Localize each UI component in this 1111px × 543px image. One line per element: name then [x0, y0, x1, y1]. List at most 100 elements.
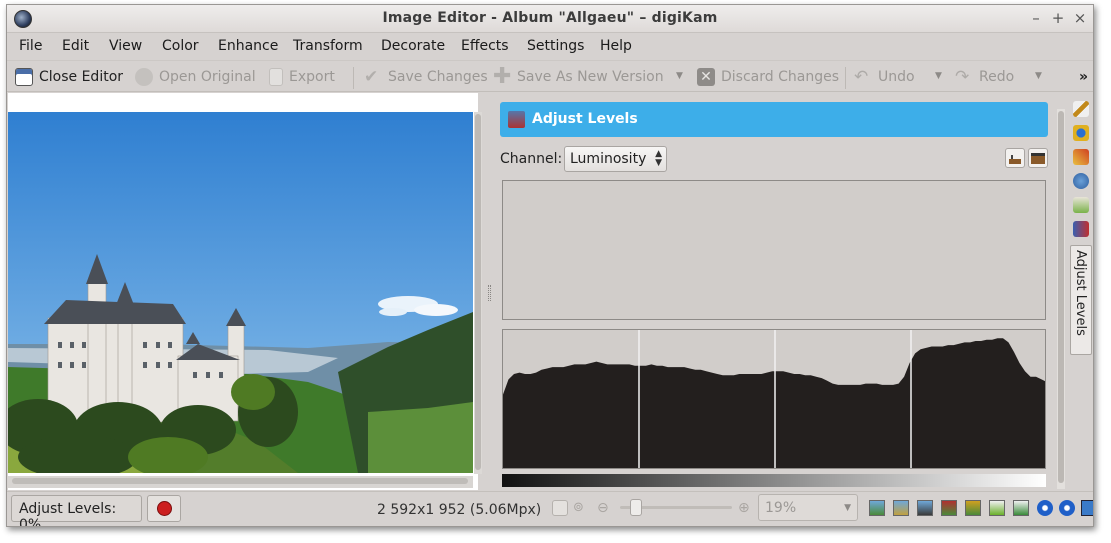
window-title: Image Editor - Album "Allgaeu" – digiKam: [382, 10, 718, 26]
redo-button[interactable]: ↷ Redo: [955, 67, 1014, 87]
save-changes-button[interactable]: ✔ Save Changes: [364, 67, 488, 87]
preview-mode-icon[interactable]: [965, 500, 981, 516]
geolocation-icon[interactable]: [1073, 149, 1089, 165]
zoom-in-icon[interactable]: ⊕: [738, 500, 754, 516]
image-canvas[interactable]: [8, 93, 482, 490]
undo-label: Undo: [878, 69, 915, 85]
open-original-icon: [135, 68, 153, 86]
tags-icon[interactable]: [1073, 197, 1089, 213]
close-editor-label: Close Editor: [39, 69, 124, 85]
checkmark-icon: ✔: [364, 67, 379, 87]
zoom-reset-icon[interactable]: ⊚: [573, 500, 589, 516]
title-bar: Image Editor - Album "Allgaeu" – digiKam…: [7, 5, 1093, 33]
info-icon[interactable]: [1073, 125, 1089, 141]
open-original-button[interactable]: Open Original: [135, 67, 256, 87]
display-icon[interactable]: [1081, 500, 1093, 516]
menu-file[interactable]: File: [19, 38, 42, 54]
pencil-icon[interactable]: [1073, 101, 1089, 117]
compare-view-icon[interactable]: [1013, 500, 1029, 516]
tool-panel-scrollbar[interactable]: [1057, 109, 1065, 489]
help-indicator-icon[interactable]: [1059, 500, 1075, 516]
plus-icon: ✚: [493, 64, 512, 89]
toolbar-overflow-button[interactable]: »: [1079, 67, 1088, 87]
status-bar: Adjust Levels: 0% 2 592x1 952 (5.06Mpx) …: [7, 491, 1093, 526]
close-editor-button[interactable]: Close Editor: [15, 67, 123, 87]
toolbar-separator: [353, 67, 354, 89]
tool-panel-scroll-thumb[interactable]: [1058, 111, 1064, 483]
minimize-button[interactable]: –: [1027, 9, 1045, 27]
image-dimensions: 2 592x1 952 (5.06Mpx): [377, 502, 542, 518]
progress-status-text: Adjust Levels: 0%: [19, 501, 117, 527]
adjust-levels-sidebar-tab[interactable]: Adjust Levels: [1070, 245, 1092, 355]
cancel-progress-button[interactable]: [147, 495, 181, 522]
histogram-preview-area[interactable]: [502, 180, 1046, 320]
menu-help[interactable]: Help: [600, 38, 632, 54]
right-sidebar-tabs: Adjust Levels: [1070, 97, 1093, 490]
progress-status: Adjust Levels: 0%: [11, 495, 142, 526]
zoom-dropdown-arrow: ▼: [844, 503, 851, 513]
export-button[interactable]: Export: [269, 67, 335, 87]
zoom-slider-handle[interactable]: [630, 499, 642, 516]
close-editor-icon: [15, 68, 33, 86]
canvas-vertical-scroll-thumb[interactable]: [475, 114, 481, 470]
canvas-horizontal-scroll-thumb[interactable]: [12, 478, 468, 484]
menu-view[interactable]: View: [109, 38, 142, 54]
panel-splitter-handle[interactable]: [488, 285, 491, 301]
menu-bar: File Edit View Color Enhance Transform D…: [7, 33, 1093, 59]
info-indicator-icon[interactable]: [1037, 500, 1053, 516]
fit-to-window-icon[interactable]: [552, 500, 568, 516]
menu-color[interactable]: Color: [162, 38, 199, 54]
castle-photo: [8, 112, 473, 473]
channel-select[interactable]: Luminosity ▲ ▼: [564, 146, 667, 172]
menu-edit[interactable]: Edit: [62, 38, 89, 54]
linear-scale-button[interactable]: [1005, 148, 1025, 168]
adjust-levels-icon: [508, 111, 525, 128]
menu-enhance[interactable]: Enhance: [218, 38, 278, 54]
before-after-icon[interactable]: [989, 500, 1005, 516]
tool-panel-header: Adjust Levels: [500, 102, 1048, 137]
soft-proofing-icon[interactable]: [941, 500, 957, 516]
luminosity-histogram: [503, 330, 1045, 468]
menu-decorate[interactable]: Decorate: [381, 38, 445, 54]
canvas-vertical-scrollbar[interactable]: [474, 112, 482, 474]
spin-arrows-icon: ▲ ▼: [655, 149, 662, 168]
underexposure-indicator-icon[interactable]: [869, 500, 885, 516]
menu-transform[interactable]: Transform: [293, 38, 363, 54]
channel-select-value: Luminosity: [570, 151, 647, 167]
open-original-label: Open Original: [159, 69, 256, 85]
color-managed-view-icon[interactable]: [917, 500, 933, 516]
export-label: Export: [289, 69, 335, 85]
overexposure-indicator-icon[interactable]: [893, 500, 909, 516]
globe-icon[interactable]: [1073, 173, 1089, 189]
save-as-new-version-button[interactable]: ✚ Save As New Version: [493, 64, 664, 89]
save-changes-label: Save Changes: [388, 69, 488, 85]
menu-settings[interactable]: Settings: [527, 38, 584, 54]
menu-effects[interactable]: Effects: [461, 38, 509, 54]
histogram-levels[interactable]: [502, 329, 1046, 469]
save-version-dropdown-arrow[interactable]: ▼: [676, 71, 683, 81]
canvas-horizontal-scrollbar[interactable]: [8, 476, 473, 488]
log-scale-button[interactable]: [1028, 148, 1048, 168]
zoom-combobox[interactable]: 19% ▼: [758, 494, 858, 521]
linear-histogram-icon: [1009, 155, 1021, 164]
close-window-button[interactable]: ×: [1071, 9, 1089, 27]
undo-dropdown-arrow[interactable]: ▼: [935, 71, 942, 81]
zoom-out-icon[interactable]: ⊖: [597, 500, 613, 516]
export-icon: [269, 68, 283, 86]
channel-label: Channel:: [500, 151, 563, 167]
undo-button[interactable]: ↶ Undo: [854, 67, 915, 87]
adjust-levels-sidebar-label: Adjust Levels: [1073, 250, 1088, 336]
editor-window: Image Editor - Album "Allgaeu" – digiKam…: [6, 4, 1094, 527]
levels-gradient-bar[interactable]: [502, 474, 1046, 487]
toolbar-separator: [845, 67, 846, 89]
undo-icon: ↶: [854, 67, 869, 87]
log-histogram-icon: [1031, 153, 1045, 164]
save-as-new-version-label: Save As New Version: [517, 69, 664, 85]
discard-changes-button[interactable]: ✕ Discard Changes: [697, 67, 839, 87]
redo-dropdown-arrow[interactable]: ▼: [1035, 71, 1042, 81]
redo-label: Redo: [979, 69, 1015, 85]
colors-icon[interactable]: [1073, 221, 1089, 237]
castle-photo-image: [8, 112, 473, 473]
redo-icon: ↷: [955, 67, 970, 87]
maximize-button[interactable]: +: [1049, 9, 1067, 27]
